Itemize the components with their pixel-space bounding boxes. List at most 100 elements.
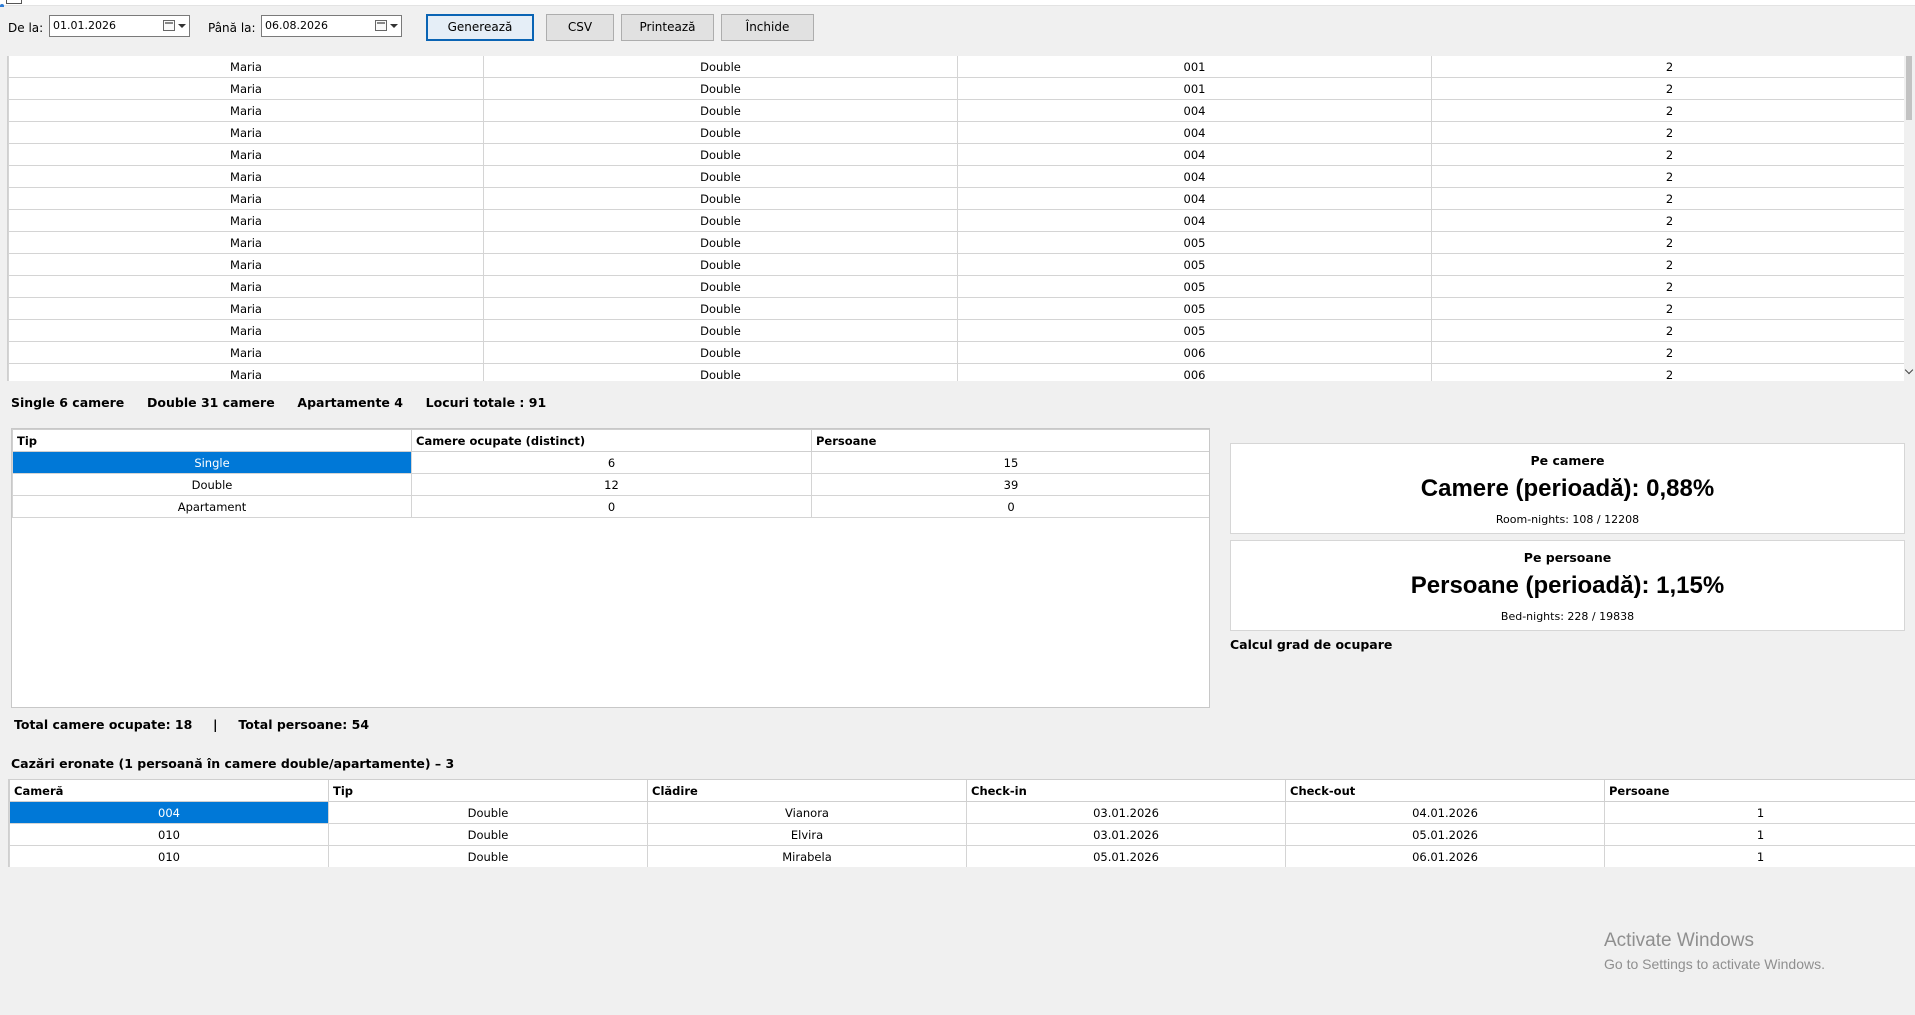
booking-row[interactable]: Maria Double 005 2 [8, 253, 1906, 276]
booking-row[interactable]: Maria Double 006 2 [8, 363, 1906, 381]
errors-header-checkin[interactable]: Check-in [966, 779, 1286, 802]
errors-grid[interactable]: Cameră Tip Clădire Check-in Check-out Pe… [8, 779, 1915, 867]
table-cell[interactable]: Maria [8, 77, 484, 100]
table-cell[interactable]: 2 [1431, 341, 1906, 364]
booking-row[interactable]: Maria Double 005 2 [8, 319, 1906, 342]
table-cell[interactable]: Double [328, 823, 648, 846]
to-date-picker[interactable]: 06.08.2026 [261, 15, 402, 37]
table-cell[interactable]: Double [483, 99, 958, 122]
table-cell[interactable]: 004 [957, 121, 1432, 144]
table-cell[interactable]: Maria [8, 209, 484, 232]
summary-row[interactable]: Apartament 0 0 [12, 495, 1209, 518]
booking-row[interactable]: Maria Double 005 2 [8, 231, 1906, 254]
table-cell[interactable]: Maria [8, 275, 484, 298]
booking-row[interactable]: Maria Double 001 2 [8, 77, 1906, 100]
table-cell[interactable]: 0 [811, 495, 1209, 518]
table-cell[interactable]: 2 [1431, 165, 1906, 188]
chevron-down-icon[interactable] [390, 24, 398, 28]
generate-button[interactable]: Generează [426, 14, 534, 41]
table-cell[interactable]: 2 [1431, 231, 1906, 254]
table-cell[interactable]: Double [483, 77, 958, 100]
summary-row[interactable]: Double 12 39 [12, 473, 1209, 496]
errors-header-checkout[interactable]: Check-out [1285, 779, 1605, 802]
table-cell[interactable]: Double [483, 363, 958, 381]
summary-header-rooms[interactable]: Camere ocupate (distinct) [411, 429, 812, 452]
table-cell[interactable]: Double [483, 187, 958, 210]
table-cell[interactable]: 1 [1604, 801, 1915, 824]
table-cell[interactable]: Double [12, 473, 412, 496]
csv-button[interactable]: CSV [546, 14, 614, 41]
table-cell[interactable]: 04.01.2026 [1285, 801, 1605, 824]
table-cell[interactable]: Double [483, 56, 958, 78]
table-cell[interactable]: Maria [8, 99, 484, 122]
table-cell[interactable]: 05.01.2026 [1285, 823, 1605, 846]
table-cell[interactable]: 2 [1431, 77, 1906, 100]
table-cell[interactable]: Maria [8, 297, 484, 320]
table-cell[interactable]: Double [483, 319, 958, 342]
table-cell[interactable]: Maria [8, 121, 484, 144]
table-cell[interactable]: Elvira [647, 823, 967, 846]
table-cell[interactable]: 005 [957, 319, 1432, 342]
booking-row[interactable]: Maria Double 004 2 [8, 187, 1906, 210]
errors-header-room[interactable]: Cameră [9, 779, 329, 802]
table-cell[interactable]: 004 [957, 209, 1432, 232]
table-cell[interactable]: 0 [411, 495, 812, 518]
scroll-down-icon[interactable] [1904, 365, 1914, 375]
table-cell[interactable]: 005 [957, 297, 1432, 320]
table-cell[interactable]: 03.01.2026 [966, 801, 1286, 824]
table-cell[interactable]: 004 [957, 99, 1432, 122]
table-cell[interactable]: 03.01.2026 [966, 823, 1286, 846]
table-cell[interactable]: 005 [957, 231, 1432, 254]
table-cell[interactable]: Single [12, 451, 412, 474]
error-row[interactable]: 010 Double Elvira 03.01.2026 05.01.2026 1 [9, 823, 1915, 846]
table-cell[interactable]: Maria [8, 363, 484, 381]
scrollbar-thumb[interactable] [1906, 56, 1912, 120]
table-cell[interactable]: 2 [1431, 319, 1906, 342]
table-cell[interactable]: 2 [1431, 143, 1906, 166]
table-cell[interactable]: Double [483, 165, 958, 188]
table-cell[interactable]: 005 [957, 253, 1432, 276]
table-cell[interactable]: Mirabela [647, 845, 967, 867]
table-cell[interactable]: Maria [8, 319, 484, 342]
bookings-grid[interactable]: Maria Double 001 2 Maria Double 001 2 Maria Doubl… [7, 56, 1906, 381]
table-cell[interactable]: 06.01.2026 [1285, 845, 1605, 867]
table-cell[interactable]: Maria [8, 231, 484, 254]
summary-header-persons[interactable]: Persoane [811, 429, 1209, 452]
chevron-down-icon[interactable] [178, 24, 186, 28]
booking-row[interactable]: Maria Double 006 2 [8, 341, 1906, 364]
table-cell[interactable]: 05.01.2026 [966, 845, 1286, 867]
table-cell[interactable]: Vianora [647, 801, 967, 824]
table-cell[interactable]: 006 [957, 341, 1432, 364]
table-cell[interactable]: 006 [957, 363, 1432, 381]
table-cell[interactable]: 15 [811, 451, 1209, 474]
table-cell[interactable]: Maria [8, 56, 484, 78]
table-cell[interactable]: 12 [411, 473, 812, 496]
table-cell[interactable]: Apartament [12, 495, 412, 518]
table-cell[interactable]: 010 [9, 845, 329, 867]
table-cell[interactable]: Maria [8, 165, 484, 188]
calendar-icon[interactable] [163, 20, 175, 31]
booking-row[interactable]: Maria Double 001 2 [8, 56, 1906, 78]
table-cell[interactable]: 6 [411, 451, 812, 474]
table-cell[interactable]: Double [483, 143, 958, 166]
print-button[interactable]: Printează [621, 14, 714, 41]
table-cell[interactable]: 004 [957, 165, 1432, 188]
booking-row[interactable]: Maria Double 004 2 [8, 121, 1906, 144]
summary-row[interactable]: Single 6 15 [12, 451, 1209, 474]
table-cell[interactable]: Double [483, 275, 958, 298]
table-cell[interactable]: 005 [957, 275, 1432, 298]
table-cell[interactable]: Maria [8, 341, 484, 364]
table-cell[interactable]: 001 [957, 56, 1432, 78]
table-cell[interactable]: 2 [1431, 209, 1906, 232]
summary-grid[interactable]: Tip Camere ocupate (distinct) Persoane S… [11, 428, 1210, 708]
bookings-grid-scrollbar[interactable] [1904, 56, 1915, 381]
close-button[interactable]: Închide [721, 14, 814, 41]
table-cell[interactable]: 2 [1431, 297, 1906, 320]
booking-row[interactable]: Maria Double 004 2 [8, 209, 1906, 232]
summary-header-type[interactable]: Tip [12, 429, 412, 452]
table-cell[interactable]: Double [483, 341, 958, 364]
table-cell[interactable]: 010 [9, 823, 329, 846]
table-cell[interactable]: 2 [1431, 56, 1906, 78]
booking-row[interactable]: Maria Double 005 2 [8, 275, 1906, 298]
table-cell[interactable]: 39 [811, 473, 1209, 496]
